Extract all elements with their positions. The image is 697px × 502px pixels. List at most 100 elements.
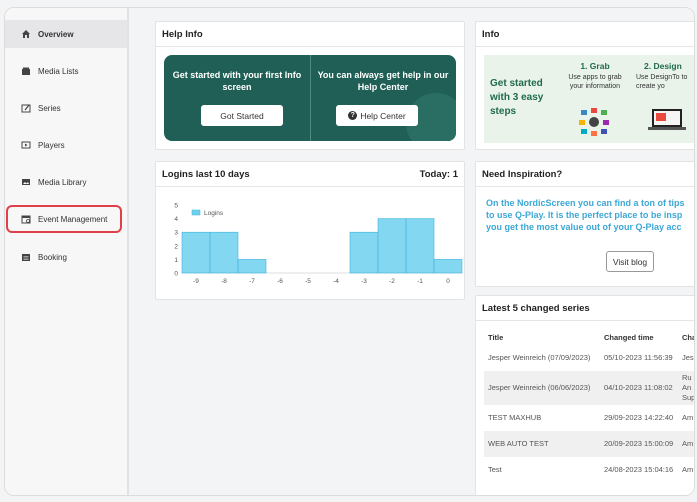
got-started-button[interactable]: Got Started — [201, 105, 283, 126]
main-content: Help Info Get started with your first In… — [129, 8, 694, 495]
y-tick-label: 1 — [174, 257, 178, 264]
x-tick-label: -7 — [249, 278, 255, 285]
bar — [433, 259, 463, 274]
help-center-label: Help Center — [360, 110, 406, 121]
sidebar: Overview Media Lists Series Players Medi… — [5, 8, 129, 495]
bar — [181, 231, 211, 274]
divider — [476, 186, 694, 187]
help-banner: Get started with your first Info screen … — [164, 55, 456, 141]
apps-icon — [579, 108, 609, 136]
bar — [405, 218, 435, 274]
panel-title: Need Inspiration? — [482, 169, 563, 180]
bar — [349, 231, 379, 274]
series-table: Title Changed time Cha Jesper Weinreich … — [484, 329, 694, 483]
inspiration-text: On the NordicScreen you can find a ton o… — [486, 197, 685, 233]
sidebar-item-label: Event Management — [38, 214, 108, 224]
sidebar-item-players[interactable]: Players — [5, 131, 127, 159]
laptop-icon — [648, 109, 686, 130]
table-row[interactable]: Jesper Weinreich (06/06/2023) 04/10-2023… — [484, 371, 694, 405]
visit-blog-button[interactable]: Visit blog — [606, 251, 654, 272]
home-icon — [21, 29, 31, 39]
help-col-right: You can always get help in our Help Cent… — [310, 55, 456, 141]
series-title-cell: Test — [488, 465, 502, 474]
y-tick-label: 4 — [174, 216, 178, 223]
player-icon — [21, 140, 31, 150]
help-col-left: Get started with your first Info screen … — [164, 55, 310, 141]
sidebar-item-media-library[interactable]: Media Library — [5, 168, 127, 196]
series-title-cell: WEB AUTO TEST — [484, 431, 600, 457]
divider — [156, 186, 464, 187]
x-tick-label: -2 — [389, 278, 395, 285]
step1-title: 1. Grab — [580, 61, 610, 71]
legend-swatch — [191, 209, 201, 216]
changed-by-cell: Am — [678, 431, 694, 457]
sidebar-item-label: Series — [38, 103, 61, 113]
question-icon: ? — [348, 111, 358, 120]
changed-by-cell: Ru An Sup — [678, 371, 694, 405]
sidebar-item-overview[interactable]: Overview — [5, 20, 127, 48]
table-row[interactable]: Test 24/08-2023 15:04:16 Am — [484, 457, 694, 483]
panel-title: Help Info — [162, 29, 203, 40]
image-icon — [21, 177, 31, 187]
help-right-text: You can always get help in our Help Cent… — [317, 70, 449, 92]
series-title-cell: Jesper Weinreich (07/09/2023) — [488, 353, 591, 362]
y-tick-label: 0 — [174, 271, 178, 278]
sidebar-item-series[interactable]: Series — [5, 94, 127, 122]
edit-icon — [21, 103, 31, 113]
series-title-cell: Jesper Weinreich (06/06/2023) — [484, 371, 600, 405]
changed-time-cell: 04/10-2023 11:08:02 — [600, 371, 678, 405]
bar — [377, 218, 407, 274]
step2-text: Use DesignTo to create yo — [636, 74, 688, 90]
sidebar-item-label: Booking — [38, 252, 67, 262]
panel-title: Info — [482, 29, 500, 40]
y-tick-label: 2 — [174, 243, 178, 250]
series-title-cell: TEST MAXHUB — [488, 413, 542, 422]
divider — [476, 46, 694, 47]
sidebar-item-event-management[interactable]: Event Management — [6, 205, 122, 233]
help-info-panel: Help Info Get started with your first In… — [155, 21, 465, 150]
changed-time-cell: 20/09-2023 15:00:09 — [600, 431, 678, 457]
inspiration-line-3: you get the most value out of your Q-Pla… — [486, 222, 682, 232]
step2-title: 2. Design — [644, 61, 682, 71]
sidebar-item-booking[interactable]: Booking — [5, 243, 127, 271]
legend-label: Logins — [204, 210, 224, 217]
divider — [156, 46, 464, 47]
column-header-title: Title — [488, 332, 504, 342]
sidebar-item-label: Players — [38, 140, 65, 150]
bar — [209, 231, 239, 274]
x-tick-label: -1 — [417, 278, 423, 285]
y-tick-label: 5 — [174, 203, 178, 210]
changed-by-cell: Am — [682, 413, 694, 422]
info-panel: Info Get started with 3 easy steps 1. Gr… — [475, 21, 694, 150]
changed-time-cell: 24/08-2023 15:04:16 — [604, 465, 674, 474]
info-banner-heading: Get started with 3 easy steps — [490, 78, 544, 117]
x-tick-label: -4 — [333, 278, 339, 285]
panel-title: Logins last 10 days — [162, 169, 250, 180]
info-banner: Get started with 3 easy steps 1. Grab Us… — [484, 55, 694, 143]
help-center-button[interactable]: ? Help Center — [336, 105, 418, 126]
x-tick-label: -8 — [221, 278, 227, 285]
step1-text: Use apps to grab your information — [568, 74, 622, 90]
sidebar-item-media-lists[interactable]: Media Lists — [5, 57, 127, 85]
help-left-text: Get started with your first Info screen — [172, 70, 302, 92]
booking-icon — [21, 252, 31, 262]
calendar-icon — [21, 214, 31, 224]
bar — [237, 259, 267, 274]
logins-panel: Logins last 10 days Today: 1 0 1 2 3 4 5 -9 -8 -… — [155, 161, 465, 300]
table-row[interactable]: WEB AUTO TEST 20/09-2023 15:00:09 Am — [484, 431, 694, 457]
sidebar-item-label: Media Lists — [38, 66, 79, 76]
x-tick-label: -5 — [305, 278, 311, 285]
divider — [476, 320, 694, 321]
series-panel: Latest 5 changed series Title Changed ti… — [475, 295, 694, 495]
y-tick-label: 3 — [174, 230, 178, 237]
logins-chart: 0 1 2 3 4 5 -9 -8 -7 -6 -5 -4 -3 -2 -1 0 Logins — [174, 203, 463, 285]
changed-time-cell: 29/09-2023 14:22:40 — [604, 413, 674, 422]
table-row[interactable]: TEST MAXHUB 29/09-2023 14:22:40 Am — [484, 405, 694, 431]
today-count: Today: 1 — [419, 169, 458, 180]
table-row[interactable]: Jesper Weinreich (07/09/2023) 05/10-2023… — [484, 345, 694, 371]
panel-title: Latest 5 changed series — [482, 303, 590, 314]
x-tick-label: -6 — [277, 278, 283, 285]
changed-by-cell: Am — [682, 465, 694, 474]
inspiration-line-1: On the NordicScreen you can find a ton o… — [486, 198, 685, 208]
changed-by-cell: Jes — [682, 353, 694, 362]
